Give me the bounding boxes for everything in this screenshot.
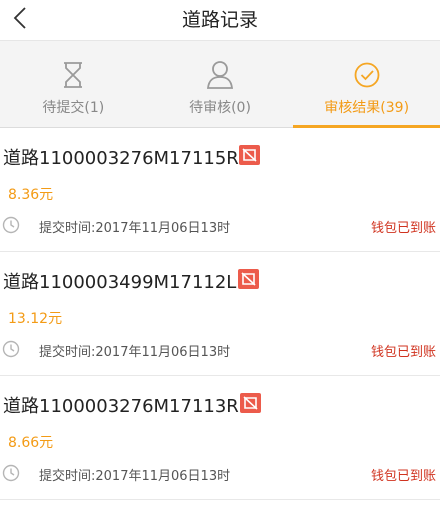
clock-icon — [2, 340, 20, 358]
record-title: 道路1100003276M17115R — [3, 148, 239, 169]
tab-review-result[interactable]: 审核结果(39) — [293, 41, 440, 128]
tab-pending-submit[interactable]: 待提交(1) — [0, 41, 147, 127]
status-badge: 钱包已到账 — [370, 469, 436, 484]
record-amount: 8.66元 — [8, 435, 54, 451]
record-amount: 8.36元 — [8, 187, 54, 203]
tab-label: 待提交(1) — [42, 100, 105, 116]
header-bar: 道路记录 — [0, 0, 440, 41]
clock-icon — [2, 216, 20, 234]
hourglass-icon — [61, 59, 85, 91]
list-item[interactable]: 道路1100003276M17113R 8.66元 提交时间:2017年11月0… — [0, 376, 440, 500]
flag-icon[interactable] — [240, 393, 261, 413]
record-list: 道路1100003276M17115R 8.36元 提交时间:2017年11月0… — [0, 128, 440, 500]
submit-time: 提交时间:2017年11月06日13时 — [39, 469, 231, 484]
user-icon — [206, 59, 234, 91]
tab-label: 审核结果(39) — [324, 100, 410, 116]
submit-time: 提交时间:2017年11月06日13时 — [39, 345, 231, 360]
clock-icon — [2, 464, 20, 482]
tab-label: 待审核(0) — [189, 100, 251, 116]
tab-pending-review[interactable]: 待审核(0) — [147, 41, 294, 127]
record-title: 道路1100003499M17112L — [3, 272, 237, 293]
record-title: 道路1100003276M17113R — [3, 396, 239, 417]
status-badge: 钱包已到账 — [370, 221, 436, 236]
record-amount: 13.12元 — [8, 311, 63, 327]
page-title: 道路记录 — [181, 9, 258, 31]
list-item[interactable]: 道路1100003276M17115R 8.36元 提交时间:2017年11月0… — [0, 128, 440, 252]
submit-time: 提交时间:2017年11月06日13时 — [39, 221, 231, 236]
list-item[interactable]: 道路1100003499M17112L 13.12元 提交时间:2017年11月… — [0, 252, 440, 376]
flag-icon[interactable] — [238, 269, 259, 289]
status-badge: 钱包已到账 — [370, 345, 436, 360]
flag-icon[interactable] — [239, 145, 260, 165]
tab-bar: 待提交(1) 待审核(0) 审核结果(39) — [0, 41, 440, 128]
check-circle-icon — [353, 59, 381, 91]
